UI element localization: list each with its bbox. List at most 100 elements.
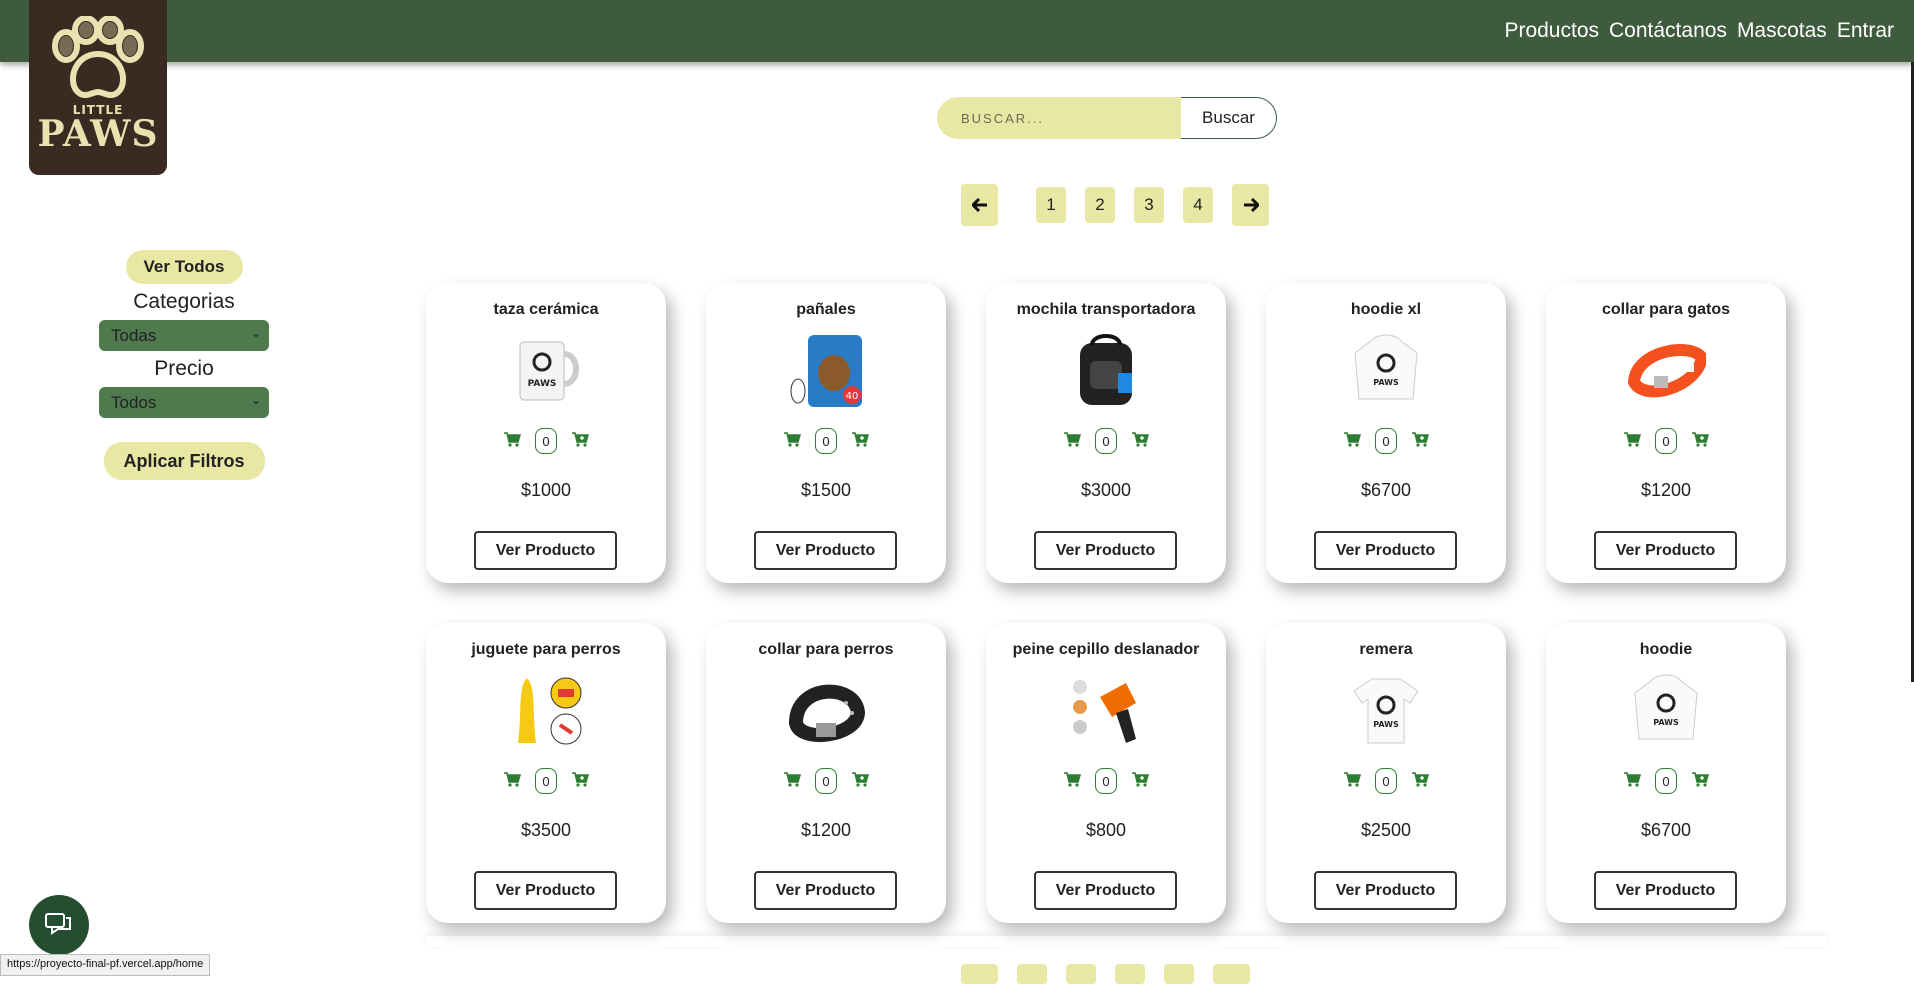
quantity-value: 0 <box>815 768 837 794</box>
cart-remove-icon[interactable] <box>503 771 521 792</box>
ver-producto-button[interactable]: Ver Producto <box>1314 531 1457 570</box>
chevron-down-icon: ⌄ <box>250 393 261 407</box>
cart-remove-icon[interactable] <box>783 771 801 792</box>
logo[interactable]: LITTLE PAWS <box>29 0 167 175</box>
status-bar-url: https://proyecto-final-pf.vercel.app/hom… <box>0 954 211 976</box>
product-price: $1000 <box>520 480 572 500</box>
arrow-left-icon <box>971 198 987 212</box>
cart-add-icon[interactable] <box>1411 771 1429 792</box>
precio-select[interactable]: Todos ⌄ <box>99 387 269 418</box>
product-card: taza cerámica PAWS 0 $1000 Ver Producto <box>426 283 666 583</box>
quantity-value: 0 <box>1095 768 1117 794</box>
page-1-button[interactable]: 1 <box>1036 187 1066 223</box>
chat-button[interactable] <box>29 895 89 955</box>
page-4-button-bottom[interactable] <box>1164 964 1194 984</box>
ver-producto-button[interactable]: Ver Producto <box>1594 531 1737 570</box>
precio-select-value: Todos <box>111 393 157 412</box>
cart-add-icon[interactable] <box>1411 431 1429 452</box>
product-title: hoodie xl <box>1350 301 1422 318</box>
quantity-stepper: 0 <box>426 768 666 794</box>
cart-add-icon[interactable] <box>851 771 869 792</box>
ver-producto-button[interactable]: Ver Producto <box>474 531 617 570</box>
product-image <box>1626 333 1706 409</box>
quantity-stepper: 0 <box>986 768 1226 794</box>
quantity-stepper: 0 <box>426 428 666 454</box>
quantity-value: 0 <box>1655 428 1677 454</box>
chat-icon <box>45 913 71 935</box>
pagination-bottom <box>961 964 1250 984</box>
product-title: hoodie <box>1639 641 1693 658</box>
quantity-stepper: 0 <box>706 768 946 794</box>
svg-text:PAWS: PAWS <box>1373 720 1399 729</box>
cart-remove-icon[interactable] <box>1063 431 1081 452</box>
quantity-stepper: 0 <box>1266 428 1506 454</box>
cart-add-icon[interactable] <box>851 431 869 452</box>
quantity-value: 0 <box>535 428 557 454</box>
cart-remove-icon[interactable] <box>503 431 521 452</box>
product-card: hoodie xl PAWS 0 $6700 Ver Producto <box>1266 283 1506 583</box>
arrow-right-icon <box>1243 198 1259 212</box>
search-button[interactable]: Buscar <box>1181 97 1277 139</box>
product-price: $2500 <box>1360 820 1412 840</box>
ver-producto-button[interactable]: Ver Producto <box>1034 531 1177 570</box>
categorias-select[interactable]: Todas ⌄ <box>99 320 269 351</box>
cart-add-icon[interactable] <box>1131 771 1149 792</box>
cart-remove-icon[interactable] <box>1623 771 1641 792</box>
quantity-stepper: 0 <box>706 428 946 454</box>
nav-contactanos[interactable]: Contáctanos <box>1609 19 1727 43</box>
svg-text:PAWS: PAWS <box>1373 378 1399 387</box>
cart-add-icon[interactable] <box>1691 771 1709 792</box>
ver-producto-button[interactable]: Ver Producto <box>754 531 897 570</box>
ver-producto-button[interactable]: Ver Producto <box>754 871 897 910</box>
svg-text:PAWS: PAWS <box>1653 718 1679 727</box>
cart-add-icon[interactable] <box>571 431 589 452</box>
categorias-select-value: Todas <box>111 326 157 345</box>
prev-page-button-bottom[interactable] <box>961 964 998 984</box>
cart-remove-icon[interactable] <box>1343 431 1361 452</box>
page-2-button[interactable]: 2 <box>1085 187 1115 223</box>
cart-add-icon[interactable] <box>571 771 589 792</box>
quantity-stepper: 0 <box>1266 768 1506 794</box>
product-price: $1200 <box>800 820 852 840</box>
filters-sidebar: Ver Todos Categorias Todas ⌄ Precio Todo… <box>98 250 270 480</box>
ver-todos-button[interactable]: Ver Todos <box>125 250 243 284</box>
quantity-value: 0 <box>1375 428 1397 454</box>
product-image: PAWS <box>506 333 586 409</box>
page-2-button-bottom[interactable] <box>1066 964 1096 984</box>
page-3-button[interactable]: 3 <box>1134 187 1164 223</box>
search-input[interactable] <box>937 97 1181 139</box>
product-price: $800 <box>1085 820 1127 840</box>
page-1-button-bottom[interactable] <box>1017 964 1047 984</box>
product-price: $3500 <box>520 820 572 840</box>
page-3-button-bottom[interactable] <box>1115 964 1145 984</box>
cart-remove-icon[interactable] <box>1063 771 1081 792</box>
aplicar-filtros-button[interactable]: Aplicar Filtros <box>103 442 265 480</box>
ver-producto-button[interactable]: Ver Producto <box>1314 871 1457 910</box>
logo-text-paws: PAWS <box>37 113 159 155</box>
cart-remove-icon[interactable] <box>783 431 801 452</box>
top-navbar: Productos Contáctanos Mascotas Entrar <box>0 0 1914 62</box>
cart-remove-icon[interactable] <box>1623 431 1641 452</box>
next-page-button[interactable] <box>1232 184 1269 226</box>
quantity-stepper: 0 <box>1546 428 1786 454</box>
categorias-label: Categorias <box>133 290 235 313</box>
product-title: collar para perros <box>758 641 894 658</box>
prev-page-button[interactable] <box>961 184 998 226</box>
page-4-button[interactable]: 4 <box>1183 187 1213 223</box>
ver-producto-button[interactable]: Ver Producto <box>1034 871 1177 910</box>
cart-add-icon[interactable] <box>1131 431 1149 452</box>
nav-productos[interactable]: Productos <box>1504 19 1599 43</box>
ver-producto-button[interactable]: Ver Producto <box>474 871 617 910</box>
nav-mascotas[interactable]: Mascotas <box>1737 19 1827 43</box>
product-title: mochila transportadora <box>1016 301 1196 318</box>
nav-entrar[interactable]: Entrar <box>1837 19 1894 43</box>
ver-producto-button[interactable]: Ver Producto <box>1594 871 1737 910</box>
product-image <box>1066 333 1146 409</box>
product-image: PAWS <box>1346 333 1426 409</box>
product-title: remera <box>1359 641 1413 658</box>
cart-remove-icon[interactable] <box>1343 771 1361 792</box>
next-page-button-bottom[interactable] <box>1213 964 1250 984</box>
quantity-value: 0 <box>815 428 837 454</box>
pagination: 1 2 3 4 <box>961 184 1269 226</box>
cart-add-icon[interactable] <box>1691 431 1709 452</box>
